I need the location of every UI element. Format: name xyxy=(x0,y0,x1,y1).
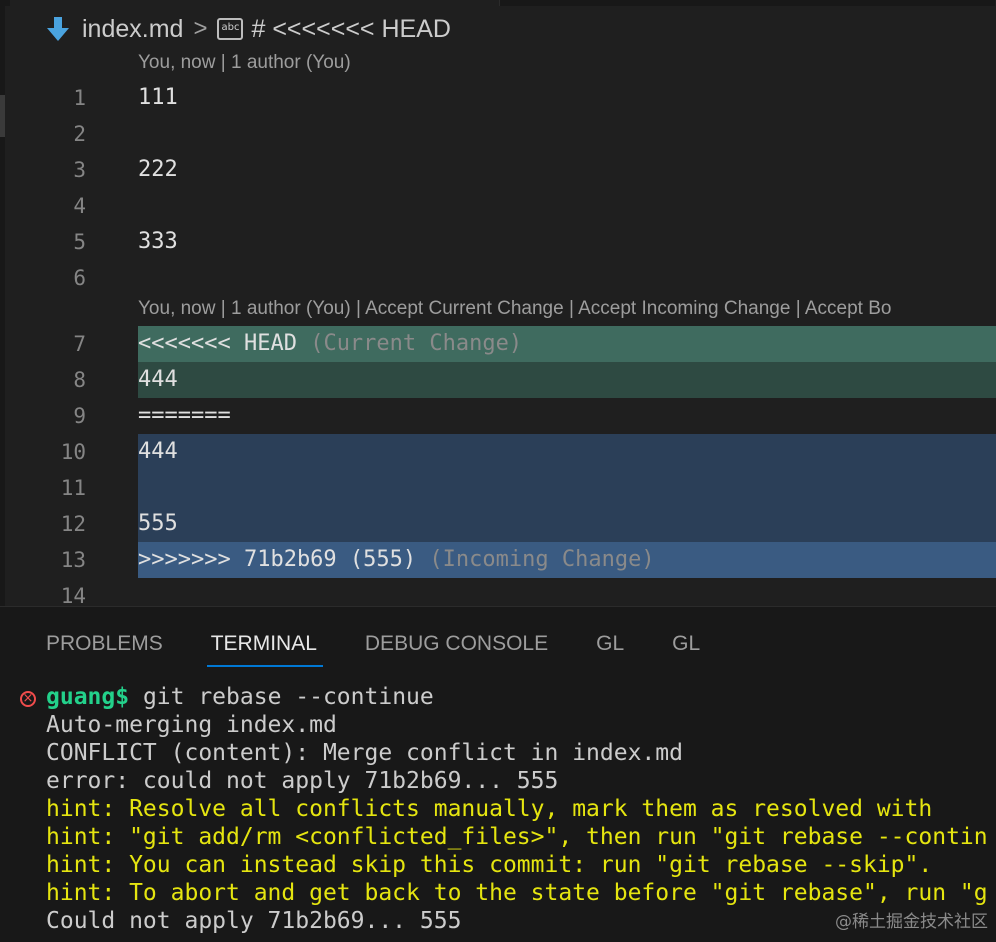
line-text: >>>>>>> 71b2b69 (555) (Incoming Change) xyxy=(138,542,655,578)
tab-debug-console[interactable]: DEBUG CONSOLE xyxy=(365,629,548,669)
line-text: 444 xyxy=(138,434,178,470)
code-line[interactable]: 13 >>>>>>> 71b2b69 (555) (Incoming Change… xyxy=(0,542,996,578)
codelens-blame[interactable]: You, now | 1 author (You) xyxy=(138,52,351,74)
conflict-label: (Current Change) xyxy=(296,331,523,356)
line-number: 9 xyxy=(73,404,86,428)
terminal-line: error: could not apply 71b2b69... 555 xyxy=(46,768,559,794)
line-number: 13 xyxy=(60,548,86,572)
line-number: 14 xyxy=(60,584,86,606)
line-number: 1 xyxy=(73,86,86,110)
line-content: 111 xyxy=(138,85,178,110)
code-line[interactable]: 6 xyxy=(0,260,996,296)
line-content: >>>>>>> 71b2b69 (555) xyxy=(138,547,417,572)
chevron-right-icon: > xyxy=(193,15,208,42)
code-line[interactable]: 7 <<<<<<< HEAD (Current Change) xyxy=(0,326,996,362)
code-line[interactable]: 1 111 xyxy=(0,80,996,116)
line-content: 444 xyxy=(138,439,178,464)
string-symbol-icon: abc xyxy=(217,18,244,40)
line-number: 3 xyxy=(73,158,86,182)
terminal-prompt: guang$ xyxy=(46,684,130,710)
line-number: 8 xyxy=(73,368,86,392)
line-content: 333 xyxy=(138,229,178,254)
line-number: 12 xyxy=(60,512,86,536)
line-number: 4 xyxy=(73,194,86,218)
conflict-highlight xyxy=(138,362,996,398)
line-content: 444 xyxy=(138,367,178,392)
code-line[interactable]: 12 555 xyxy=(0,506,996,542)
terminal-line: Could not apply 71b2b69... 555 xyxy=(46,908,462,934)
code-line[interactable]: 9 ======= xyxy=(0,398,996,434)
line-number: 7 xyxy=(73,332,86,356)
code-line[interactable]: 11 xyxy=(0,470,996,506)
terminal-line: hint: "git add/rm <conflicted_files>", t… xyxy=(46,824,988,850)
tab-terminal[interactable]: TERMINAL xyxy=(206,629,324,669)
conflict-highlight xyxy=(138,434,996,470)
tab-strip xyxy=(5,0,995,6)
line-number: 10 xyxy=(60,440,86,464)
tab-gl[interactable]: GL xyxy=(596,629,624,669)
terminal-line: hint: Resolve all conflicts manually, ma… xyxy=(46,796,933,822)
conflict-highlight xyxy=(138,506,996,542)
panel-tabs: PROBLEMS TERMINAL DEBUG CONSOLE GL GL xyxy=(46,629,748,669)
line-text: 555 xyxy=(138,506,178,542)
watermark: @稀土掘金技术社区 xyxy=(835,912,988,932)
line-text: 444 xyxy=(138,362,178,398)
breadcrumb: index.md > abc # <<<<<<< HEAD xyxy=(44,12,451,46)
breadcrumb-symbol[interactable]: # <<<<<<< HEAD xyxy=(251,15,450,44)
code-line[interactable]: 10 444 xyxy=(0,434,996,470)
line-content: 555 xyxy=(138,511,178,536)
terminal-command-line: guang$ git rebase --continue xyxy=(46,683,434,711)
line-content: ======= xyxy=(138,403,231,428)
line-content: <<<<<<< HEAD xyxy=(138,331,297,356)
editor[interactable]: index.md > abc # <<<<<<< HEAD You, now |… xyxy=(0,0,996,606)
conflict-label: (Incoming Change) xyxy=(416,547,655,572)
code-line[interactable]: 8 444 xyxy=(0,362,996,398)
line-content: 222 xyxy=(138,157,178,182)
code-line[interactable]: 2 xyxy=(0,116,996,152)
breadcrumb-file[interactable]: index.md xyxy=(82,15,183,44)
line-number: 11 xyxy=(60,476,86,500)
tab-problems[interactable]: PROBLEMS xyxy=(46,629,163,669)
line-text: 333 xyxy=(138,224,178,260)
line-number: 5 xyxy=(73,230,86,254)
code-line[interactable]: 4 xyxy=(0,188,996,224)
line-number: 6 xyxy=(73,266,86,290)
line-number: 2 xyxy=(73,122,86,146)
active-tab[interactable] xyxy=(10,0,500,6)
bottom-panel: PROBLEMS TERMINAL DEBUG CONSOLE GL GL × guan… xyxy=(0,606,996,942)
error-circle-icon: × xyxy=(20,691,36,707)
code-line[interactable]: 14 xyxy=(0,578,996,606)
terminal-line: CONFLICT (content): Merge conflict in in… xyxy=(46,740,683,766)
code-line[interactable]: 3 222 xyxy=(0,152,996,188)
code-line[interactable]: 5 333 xyxy=(0,224,996,260)
line-text: 111 xyxy=(138,80,178,116)
terminal-command: git rebase --continue xyxy=(129,684,434,710)
conflict-highlight xyxy=(138,470,996,506)
codelens-conflict-actions[interactable]: You, now | 1 author (You) | Accept Curre… xyxy=(138,298,891,320)
terminal-line: Auto-merging index.md xyxy=(46,712,337,738)
line-text: 222 xyxy=(138,152,178,188)
line-text: <<<<<<< HEAD (Current Change) xyxy=(138,326,522,362)
line-text: ======= xyxy=(138,398,231,434)
terminal-line: hint: To abort and get back to the state… xyxy=(46,880,988,906)
tab-gl[interactable]: GL xyxy=(672,629,700,669)
markdown-down-arrow-icon xyxy=(47,17,69,41)
terminal-line: hint: You can instead skip this commit: … xyxy=(46,852,933,878)
